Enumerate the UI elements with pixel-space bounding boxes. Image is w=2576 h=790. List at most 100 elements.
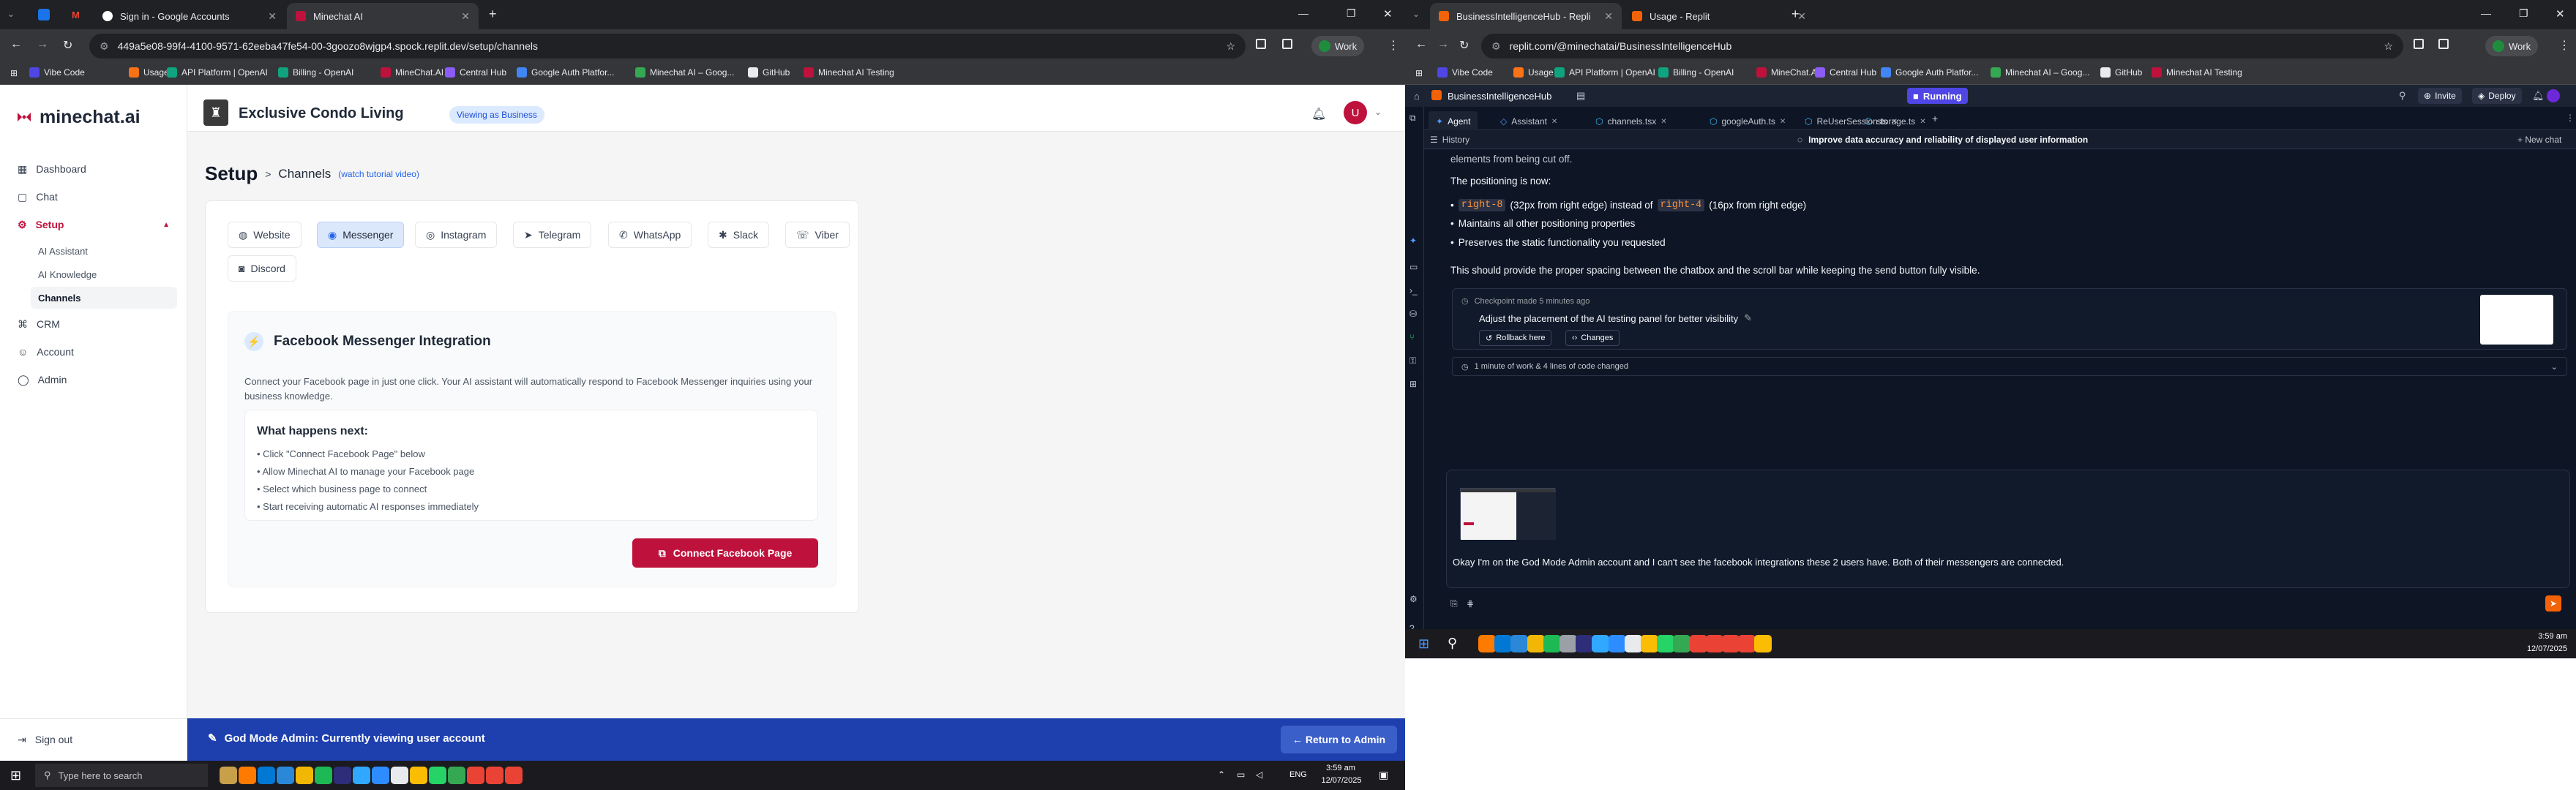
- add-tab-icon[interactable]: +: [1932, 113, 1938, 124]
- clock-date[interactable]: 12/07/2025: [1316, 776, 1367, 785]
- sidebar-item-account[interactable]: ☺ Account: [10, 341, 177, 363]
- tab-viber[interactable]: ☏ Viber: [785, 222, 850, 248]
- taskbar-app-icon[interactable]: [429, 767, 446, 784]
- taskbar-app-icon[interactable]: [277, 767, 294, 784]
- bookmark-10[interactable]: Minechat AI Testing: [2152, 67, 2242, 78]
- clock-time[interactable]: 3:59 am: [2523, 632, 2567, 641]
- bookmark-2[interactable]: Usage: [129, 67, 169, 78]
- windows-start-icon[interactable]: ⊞: [10, 768, 21, 783]
- menu-icon[interactable]: ⋮: [1388, 38, 1399, 53]
- bookmark-3[interactable]: API Platform | OpenAI: [167, 67, 268, 78]
- home-icon[interactable]: ⌂: [1414, 91, 1420, 102]
- sidepanel-icon[interactable]: [1282, 39, 1292, 49]
- invite-button[interactable]: ⊕ Invite: [2418, 88, 2462, 104]
- sidebar-item-crm[interactable]: ⌘ CRM: [10, 313, 177, 335]
- file-tree-icon[interactable]: ⧉: [1409, 113, 1416, 124]
- bookmark-4[interactable]: Billing - OpenAI: [1658, 67, 1734, 78]
- url-field[interactable]: ⚙ replit.com/@minechatai/BusinessIntelli…: [1481, 34, 2403, 59]
- shell-icon[interactable]: ›_: [1409, 285, 1418, 296]
- avatar[interactable]: U: [1344, 101, 1367, 124]
- apps-grid-icon[interactable]: ⊞: [1415, 68, 1423, 78]
- close-icon[interactable]: ✕: [1780, 118, 1786, 126]
- taskbar-app-icon[interactable]: [1754, 635, 1772, 652]
- taskbar-app-icon[interactable]: [1527, 635, 1545, 652]
- bookmark-star-icon[interactable]: ☆: [1226, 40, 1235, 53]
- tab-list-icon[interactable]: ⌄: [7, 9, 15, 19]
- file-tab-1[interactable]: ✦ Agent: [1429, 111, 1478, 132]
- settings-icon[interactable]: ⚙: [1409, 594, 1418, 604]
- project-name[interactable]: BusinessIntelligenceHub: [1448, 91, 1551, 102]
- profile-button[interactable]: Work: [2485, 36, 2539, 56]
- taskbar-app-icon[interactable]: [1657, 635, 1675, 652]
- extension-icon[interactable]: [2414, 39, 2424, 49]
- taskbar-app-icon[interactable]: [315, 767, 332, 784]
- profile-button[interactable]: Work: [1311, 36, 1365, 56]
- taskbar-app-icon[interactable]: [1478, 635, 1496, 652]
- tab-list-icon[interactable]: ⌄: [1412, 9, 1420, 19]
- taskbar-app-icon[interactable]: [467, 767, 484, 784]
- bookmark-1[interactable]: Vibe Code: [29, 67, 85, 78]
- back-icon[interactable]: ←: [10, 38, 22, 51]
- bookmark-2[interactable]: Usage: [1513, 67, 1554, 78]
- avatar[interactable]: [2547, 89, 2560, 102]
- apps-grid-icon[interactable]: ⊞: [10, 68, 18, 78]
- deploy-button[interactable]: ◈ Deploy: [2472, 88, 2522, 104]
- bookmark-6[interactable]: Central Hub: [1815, 67, 1876, 78]
- tab-telegram[interactable]: ➤ Telegram: [513, 222, 592, 248]
- taskbar-app-icon[interactable]: [486, 767, 503, 784]
- tab-messenger[interactable]: ◉ Messenger: [317, 222, 405, 248]
- gmail-icon[interactable]: M: [72, 10, 80, 20]
- new-tab-icon[interactable]: +: [489, 7, 497, 22]
- volume-icon[interactable]: ◁: [1256, 770, 1262, 780]
- taskbar-app-icon[interactable]: [1722, 635, 1740, 652]
- connect-facebook-button[interactable]: ⧉ Connect Facebook Page: [632, 538, 818, 568]
- taskbar-app-icon[interactable]: [258, 767, 275, 784]
- tutorial-link[interactable]: (watch tutorial video): [338, 169, 419, 179]
- back-icon[interactable]: ←: [1415, 38, 1427, 51]
- tab-slack[interactable]: ✱ Slack: [708, 222, 769, 248]
- console-icon[interactable]: ▭: [1409, 262, 1418, 272]
- sidebar-item-channels[interactable]: Channels: [31, 287, 177, 309]
- notification-icon[interactable]: ▣: [1379, 769, 1388, 781]
- bookmark-6[interactable]: Central Hub: [445, 67, 506, 78]
- tab-website[interactable]: ◍ Website: [228, 222, 302, 248]
- site-info-icon[interactable]: ⚙: [1491, 40, 1501, 53]
- work-summary-row[interactable]: ◷ 1 minute of work & 4 lines of code cha…: [1452, 357, 2567, 376]
- file-tab-6[interactable]: ⬡ storage.ts ✕: [1857, 111, 1933, 132]
- maximize-icon[interactable]: ❐: [1347, 7, 1356, 20]
- taskbar-app-icon[interactable]: [1560, 635, 1577, 652]
- minimize-icon[interactable]: —: [2481, 7, 2491, 19]
- return-to-admin-button[interactable]: ← Return to Admin: [1281, 726, 1398, 753]
- taskbar-app-icon[interactable]: [448, 767, 465, 784]
- tab-whatsapp[interactable]: ✆ WhatsApp: [608, 222, 692, 248]
- menu-icon[interactable]: ⋮: [2558, 38, 2570, 53]
- tab-instagram[interactable]: ◎ Instagram: [415, 222, 498, 248]
- file-tab-3[interactable]: ⬡ channels.tsx ✕: [1588, 111, 1674, 132]
- network-icon[interactable]: ▭: [1237, 770, 1245, 780]
- search-icon[interactable]: ⚲: [1448, 636, 1457, 651]
- tab-google-signin[interactable]: Sign in - Google Accounts ✕: [94, 3, 285, 29]
- taskbar-app-icon[interactable]: [296, 767, 313, 784]
- bookmark-star-icon[interactable]: ☆: [2384, 40, 2393, 53]
- tab-replit-usage[interactable]: Usage - Replit ✕: [1623, 3, 1815, 29]
- reload-icon[interactable]: ↻: [1459, 38, 1469, 53]
- taskbar-app-icon[interactable]: [1510, 635, 1529, 652]
- bookmark-5[interactable]: MineChat.AI: [1756, 67, 1819, 78]
- attached-screenshot[interactable]: [1460, 488, 1556, 540]
- changes-button[interactable]: ‹› Changes: [1565, 330, 1620, 346]
- new-tab-icon[interactable]: +: [1791, 7, 1800, 22]
- close-icon[interactable]: ✕: [1920, 118, 1925, 126]
- sidebar-item-setup[interactable]: ⚙ Setup ▲: [10, 214, 177, 236]
- run-status-button[interactable]: ■ Running: [1907, 88, 1968, 104]
- new-chat-button[interactable]: + New chat: [2517, 135, 2561, 145]
- bookmark-5[interactable]: MineChat.AI: [381, 67, 443, 78]
- tab-replit-project[interactable]: BusinessIntelligenceHub - Repli ✕: [1430, 3, 1622, 29]
- secrets-icon[interactable]: ⚿: [1409, 356, 1416, 366]
- forward-icon[interactable]: →: [37, 38, 48, 51]
- signout-button[interactable]: ⇥ Sign out: [10, 729, 177, 750]
- close-icon[interactable]: ✕: [268, 10, 277, 23]
- taskbar-app-icon[interactable]: [391, 767, 408, 784]
- brand-logo[interactable]: minechat.ai: [16, 107, 141, 128]
- tab-discord[interactable]: ◙ Discord: [228, 255, 296, 282]
- edit-icon[interactable]: ✎: [1744, 312, 1752, 324]
